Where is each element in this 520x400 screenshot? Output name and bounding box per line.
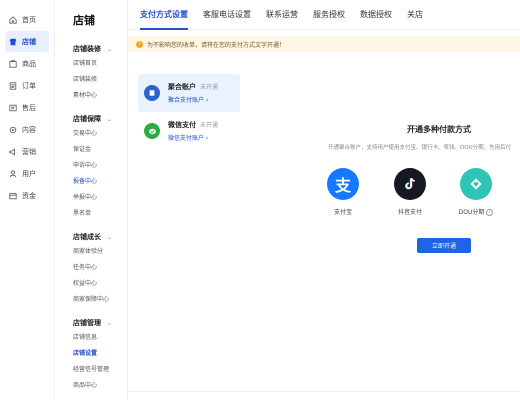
submenu-item[interactable]: 店铺信息 bbox=[73, 330, 127, 346]
nav-item-home[interactable]: 首页 bbox=[5, 9, 49, 30]
nav-item-goods[interactable]: 商品 bbox=[5, 53, 49, 74]
primary-nav: 首页 店铺 商品 订单 售后 内容 营销 用户 资金 bbox=[0, 0, 55, 400]
method-alipay: 支 支付宝 bbox=[323, 168, 363, 216]
app-root: 首页 店铺 商品 订单 售后 内容 营销 用户 资金 店铺 店铺装修 ⌄ 店铺首… bbox=[0, 0, 520, 400]
submenu-title: 店铺 bbox=[73, 14, 95, 27]
content-icon bbox=[9, 126, 17, 134]
account-status: 未开通 bbox=[200, 122, 219, 129]
account-name-text: 聚合账户 bbox=[168, 83, 196, 91]
account-name-text: 微信支付 bbox=[168, 121, 196, 129]
method-label: 支付宝 bbox=[333, 209, 352, 216]
submenu-item[interactable]: 交易中心 bbox=[73, 126, 127, 142]
nav-item-marketing[interactable]: 营销 bbox=[5, 141, 49, 162]
submenu-item[interactable]: 报备中心 bbox=[73, 174, 127, 190]
submenu-group-management[interactable]: 店铺管理 ⌄ bbox=[73, 316, 127, 330]
submenu-item[interactable]: 保证金 bbox=[73, 142, 127, 158]
account-wechat[interactable]: 微信支付 未开通 微信支付账户 › bbox=[138, 112, 240, 150]
method-label: 抖音支付 bbox=[397, 209, 422, 216]
aggregate-account-icon bbox=[144, 85, 160, 101]
submenu-item[interactable]: 黑名单 bbox=[73, 206, 127, 222]
submenu-item[interactable]: 素材中心 bbox=[73, 88, 127, 104]
group-title: 店铺成长 bbox=[73, 233, 101, 241]
submenu-item[interactable]: 商家体验分 bbox=[73, 244, 127, 260]
submenu-item[interactable]: 经营信号管理 bbox=[73, 362, 127, 378]
tab-close-store[interactable]: 关店 bbox=[407, 9, 423, 29]
tab-bar: 支付方式设置 客服电话设置 联系运营 服务授权 数据授权 关店 bbox=[128, 0, 520, 30]
submenu-item[interactable]: 权益中心 bbox=[73, 276, 127, 292]
tab-service-auth[interactable]: 服务授权 bbox=[313, 9, 345, 29]
tab-service-phone[interactable]: 客服电话设置 bbox=[203, 9, 251, 29]
tab-data-auth[interactable]: 数据授权 bbox=[360, 9, 392, 29]
funds-icon bbox=[9, 192, 17, 200]
submenu-item[interactable]: 举报中心 bbox=[73, 190, 127, 206]
chevron-down-icon: ⌄ bbox=[107, 115, 113, 123]
nav-item-content[interactable]: 内容 bbox=[5, 119, 49, 140]
secondary-menu: 店铺 店铺装修 ⌄ 店铺首页 店铺装修 素材中心 店铺保障 ⌄ 交易中心 保证金 申… bbox=[55, 0, 128, 400]
account-link[interactable]: 聚合支付账户 › bbox=[168, 95, 218, 104]
divider bbox=[128, 391, 520, 392]
store-icon bbox=[9, 38, 17, 46]
method-label: DOU分期 bbox=[458, 209, 485, 216]
user-icon bbox=[9, 170, 17, 178]
panel-description: 开通聚合账户，支持用户使用支付宝、银行卡、零钱、DOU分期、先用后付 bbox=[328, 145, 512, 151]
account-status: 未开通 bbox=[200, 84, 219, 91]
tab-contact-ops[interactable]: 联系运营 bbox=[266, 9, 298, 29]
nav-label: 商品 bbox=[22, 59, 36, 68]
main-content: 支付方式设置 客服电话设置 联系运营 服务授权 数据授权 关店 ! 为不影响您的… bbox=[128, 0, 520, 400]
payment-methods-panel: 开通多种付款方式 开通聚合账户，支持用户使用支付宝、银行卡、零钱、DOU分期、先… bbox=[328, 124, 520, 151]
tab-payment-settings[interactable]: 支付方式设置 bbox=[140, 9, 188, 30]
account-name: 聚合账户 未开通 bbox=[168, 82, 218, 92]
nav-item-store[interactable]: 店铺 bbox=[5, 31, 49, 52]
submenu-group-decoration[interactable]: 店铺装修 ⌄ bbox=[73, 42, 127, 56]
warning-icon: ! bbox=[136, 40, 143, 48]
home-icon bbox=[9, 15, 17, 24]
group-title: 店铺装修 bbox=[73, 45, 101, 53]
dou-installment-icon bbox=[460, 168, 492, 200]
submenu-item[interactable]: 商品中心 bbox=[73, 378, 127, 394]
submenu-group-guarantee[interactable]: 店铺保障 ⌄ bbox=[73, 112, 127, 126]
submenu-item[interactable]: 任务中心 bbox=[73, 260, 127, 276]
nav-label: 店铺 bbox=[22, 37, 36, 46]
marketing-icon bbox=[9, 147, 17, 156]
panel-title: 开通多种付款方式 bbox=[407, 125, 471, 134]
help-icon[interactable]: ? bbox=[486, 209, 494, 216]
nav-label: 用户 bbox=[22, 169, 36, 178]
group-title: 店铺管理 bbox=[73, 319, 101, 327]
chevron-down-icon: ⌄ bbox=[107, 45, 113, 53]
nav-label: 首页 bbox=[22, 15, 36, 24]
nav-label: 内容 bbox=[22, 125, 36, 134]
alipay-icon: 支 bbox=[327, 168, 359, 200]
method-dou-installment: DOU分期? bbox=[456, 168, 496, 216]
submenu-item[interactable]: 商家保障中心 bbox=[73, 292, 127, 308]
wechat-pay-icon bbox=[144, 123, 160, 139]
aftersale-icon bbox=[9, 104, 17, 112]
notice-bar: ! 为不影响您的收单，请将在您的支付方式文字开通！ bbox=[128, 36, 520, 52]
chevron-down-icon: ⌄ bbox=[107, 233, 113, 241]
nav-label: 售后 bbox=[22, 103, 36, 112]
open-now-button[interactable]: 立即开通 bbox=[417, 238, 471, 253]
nav-item-aftersale[interactable]: 售后 bbox=[5, 97, 49, 118]
nav-label: 订单 bbox=[22, 81, 36, 90]
notice-text: 为不影响您的收单，请将在您的支付方式文字开通！ bbox=[147, 41, 286, 49]
submenu-item-active[interactable]: 店铺设置 bbox=[73, 346, 127, 362]
nav-label: 营销 bbox=[22, 147, 36, 156]
nav-item-user[interactable]: 用户 bbox=[5, 163, 49, 184]
submenu-item[interactable]: 店铺装修 bbox=[73, 72, 127, 88]
submenu-item[interactable]: 申诉中心 bbox=[73, 158, 127, 174]
account-link[interactable]: 微信支付账户 › bbox=[168, 133, 218, 142]
account-name: 微信支付 未开通 bbox=[168, 120, 218, 130]
submenu-item[interactable]: 店铺首页 bbox=[73, 56, 127, 72]
account-aggregate[interactable]: 聚合账户 未开通 聚合支付账户 › bbox=[138, 74, 240, 112]
method-douyin-pay: 抖音支付 bbox=[390, 168, 430, 216]
order-icon bbox=[9, 81, 17, 90]
nav-label: 资金 bbox=[22, 191, 36, 200]
chevron-down-icon: ⌄ bbox=[107, 319, 113, 327]
nav-item-order[interactable]: 订单 bbox=[5, 75, 49, 96]
nav-item-funds[interactable]: 资金 bbox=[5, 185, 49, 206]
group-title: 店铺保障 bbox=[73, 115, 101, 123]
douyin-pay-icon bbox=[394, 168, 426, 200]
submenu-group-growth[interactable]: 店铺成长 ⌄ bbox=[73, 230, 127, 244]
method-label-wrap: DOU分期? bbox=[456, 207, 496, 216]
goods-icon bbox=[9, 59, 17, 68]
